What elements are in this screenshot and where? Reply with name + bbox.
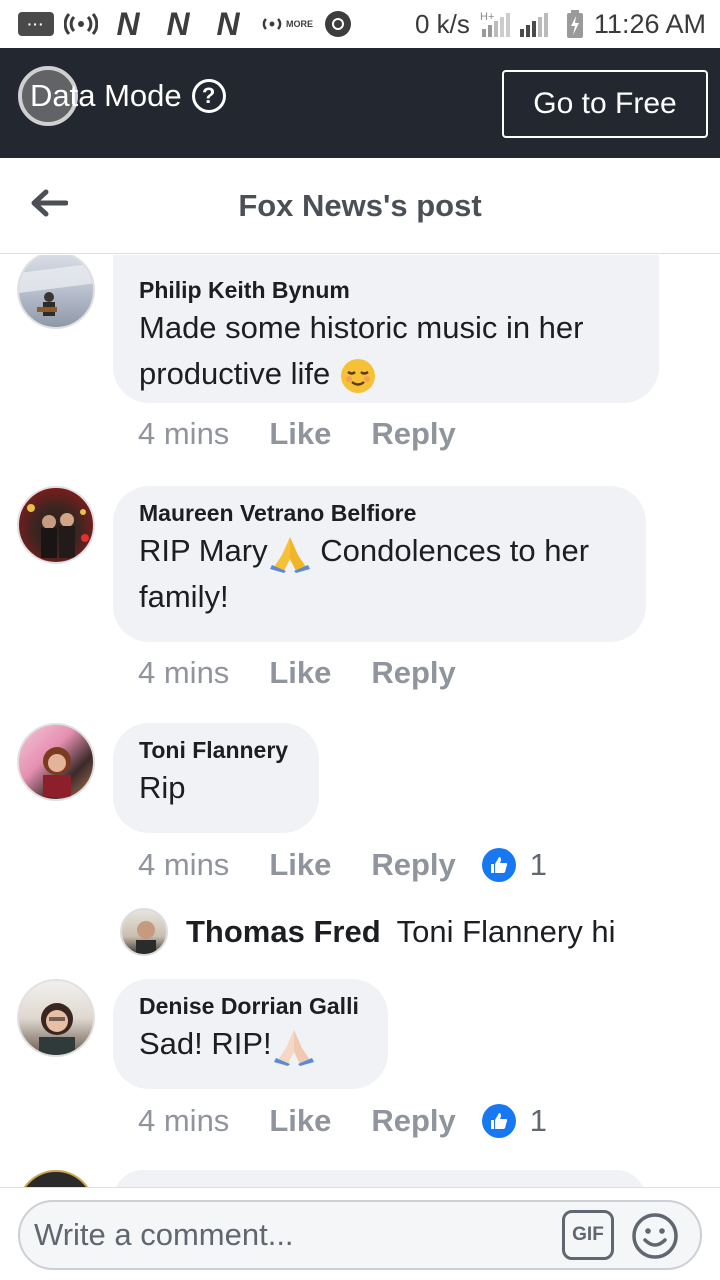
comment-actions: 4 mins Like Reply 1 bbox=[138, 847, 547, 883]
comment-time[interactable]: 4 mins bbox=[138, 847, 229, 883]
emoji-picker-button[interactable] bbox=[630, 1211, 680, 1261]
reaction-count[interactable]: 1 bbox=[530, 847, 547, 883]
like-button[interactable]: Like bbox=[269, 1103, 331, 1139]
smiley-icon bbox=[632, 1213, 678, 1259]
post-header: Fox News's post bbox=[0, 158, 720, 254]
battery-charging-icon bbox=[566, 9, 584, 39]
comment-author[interactable]: Maureen Vetrano Belfiore bbox=[139, 498, 620, 528]
comment-time[interactable]: 4 mins bbox=[138, 1103, 229, 1139]
comment-time[interactable]: 4 mins bbox=[138, 416, 229, 452]
avatar[interactable] bbox=[17, 486, 95, 564]
reply-button[interactable]: Reply bbox=[371, 655, 455, 691]
comment-bubble[interactable]: Philip Keith Bynum Made some historic mu… bbox=[113, 255, 659, 403]
app-notification-n-icon: N bbox=[216, 5, 240, 42]
comment-text-body: Sad! RIP! bbox=[139, 1026, 272, 1061]
comment-bubble[interactable] bbox=[113, 1170, 646, 1187]
like-button[interactable]: Like bbox=[269, 655, 331, 691]
comment-author[interactable]: Toni Flannery bbox=[139, 735, 293, 765]
reply-text: Toni Flannery hi bbox=[396, 914, 616, 949]
folded-hands-icon bbox=[269, 536, 310, 573]
gif-button[interactable]: GIF bbox=[562, 1210, 614, 1260]
reaction-count[interactable]: 1 bbox=[530, 1103, 547, 1139]
status-bar: ··· N N N MORE 0 k/s H+ 11:26 AM bbox=[0, 0, 720, 48]
hotspot-icon bbox=[64, 12, 98, 36]
like-reaction-icon[interactable] bbox=[481, 848, 516, 882]
clock: 11:26 AM bbox=[593, 8, 706, 39]
data-mode-bar: Data Mode ? Go to Free bbox=[0, 48, 720, 158]
reply-button[interactable]: Reply bbox=[371, 416, 455, 452]
reply-preview[interactable]: Thomas Fred Toni Flannery hi bbox=[120, 908, 616, 956]
chrome-icon bbox=[323, 9, 353, 39]
comment-bubble[interactable]: Maureen Vetrano Belfiore RIP Mary Condol… bbox=[113, 486, 646, 642]
go-to-free-button[interactable]: Go to Free bbox=[502, 70, 708, 138]
comment-author[interactable]: Philip Keith Bynum bbox=[139, 275, 633, 305]
app-notification-n-icon: N bbox=[166, 5, 190, 42]
comment-text: Sad! RIP! bbox=[139, 1021, 362, 1067]
reply-button[interactable]: Reply bbox=[371, 1103, 455, 1139]
message-notification-icon: ··· bbox=[18, 12, 54, 36]
comment-bubble[interactable]: Toni Flannery Rip bbox=[113, 723, 319, 833]
avatar[interactable] bbox=[17, 723, 95, 801]
more-label: MORE bbox=[286, 19, 313, 29]
comment-actions: 4 mins Like Reply bbox=[138, 416, 496, 452]
comments-list: Philip Keith Bynum Made some historic mu… bbox=[0, 255, 720, 1187]
reply-button[interactable]: Reply bbox=[371, 847, 455, 883]
help-icon[interactable]: ? bbox=[191, 79, 226, 113]
app-notification-n-icon: N bbox=[116, 5, 140, 42]
like-button[interactable]: Like bbox=[269, 847, 331, 883]
comment-text: Rip bbox=[139, 770, 186, 805]
data-mode-label: Data Mode bbox=[30, 78, 182, 113]
like-reaction-icon[interactable] bbox=[481, 1104, 516, 1138]
comment-input[interactable] bbox=[34, 1217, 554, 1253]
data-mode-label-group: Data Mode ? bbox=[30, 78, 226, 114]
comment-text: Made some historic music in her producti… bbox=[139, 305, 633, 397]
comment-time[interactable]: 4 mins bbox=[138, 655, 229, 691]
comment-bubble[interactable]: Denise Dorrian Galli Sad! RIP! bbox=[113, 979, 388, 1089]
more-notifications-icon: MORE bbox=[258, 16, 313, 32]
comment-input-wrapper[interactable]: GIF bbox=[18, 1200, 702, 1270]
comment-composer: GIF bbox=[0, 1187, 720, 1280]
comment-actions: 4 mins Like Reply bbox=[138, 655, 496, 691]
like-button[interactable]: Like bbox=[269, 416, 331, 452]
comment-text: RIP Mary Condolences to her family! bbox=[139, 528, 620, 620]
avatar[interactable] bbox=[17, 979, 95, 1057]
network-speed: 0 k/s bbox=[415, 8, 470, 39]
comment-actions: 4 mins Like Reply 1 bbox=[138, 1103, 547, 1139]
signal-icon: H+ bbox=[480, 9, 556, 39]
comment-text-body: RIP Mary bbox=[139, 533, 268, 568]
reply-avatar[interactable] bbox=[120, 908, 168, 956]
avatar[interactable] bbox=[17, 255, 95, 329]
network-type: H+ bbox=[480, 11, 494, 23]
comment-author[interactable]: Denise Dorrian Galli bbox=[139, 991, 362, 1021]
relieved-face-icon bbox=[340, 358, 375, 393]
avatar[interactable] bbox=[17, 1170, 95, 1187]
reply-author[interactable]: Thomas Fred bbox=[186, 914, 381, 950]
page-title: Fox News's post bbox=[238, 188, 482, 223]
folded-hands-icon bbox=[273, 1029, 314, 1066]
